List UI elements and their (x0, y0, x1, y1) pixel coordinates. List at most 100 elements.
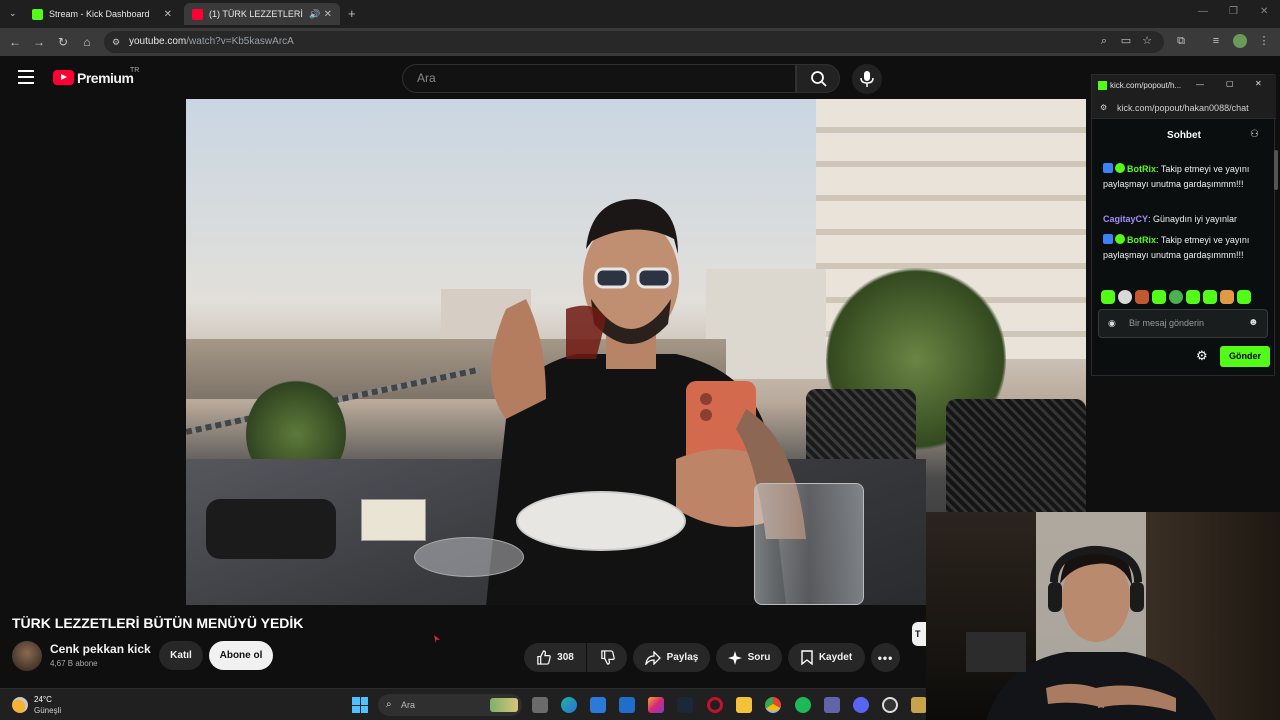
extensions-icon[interactable]: ⧉ (1174, 34, 1188, 48)
close-window-icon[interactable]: ✕ (1255, 79, 1262, 88)
mail-icon[interactable] (619, 697, 635, 713)
bot-badge-icon (1103, 234, 1113, 244)
search-icon (811, 71, 827, 87)
thumbs-up-icon (537, 650, 551, 665)
join-button[interactable]: Katıl (159, 641, 203, 670)
ask-button[interactable]: Soru (716, 643, 782, 672)
task-view-icon[interactable] (532, 697, 548, 713)
chat-username[interactable]: CagitayCY (1103, 214, 1148, 224)
more-actions-button[interactable]: ••• (871, 643, 900, 672)
browser-menu-icon[interactable]: ⋮ (1257, 34, 1271, 48)
audio-playing-icon[interactable]: 🔊 (309, 9, 320, 20)
tab-search-dropdown-icon[interactable]: ⌄ (9, 8, 17, 19)
taskbar-search-input[interactable]: ⌕ Ara (378, 694, 522, 716)
instagram-icon[interactable] (648, 697, 664, 713)
channel-avatar[interactable] (12, 641, 42, 671)
edge-icon[interactable] (561, 697, 577, 713)
video-ash-bowl (414, 537, 524, 577)
chat-users-icon[interactable]: ⚇ (1250, 129, 1259, 140)
verified-badge-icon (1115, 234, 1125, 244)
emote-quick-bar (1101, 290, 1251, 304)
bookmark-star-icon[interactable]: ☆ (1140, 34, 1154, 48)
new-tab-button[interactable]: + (348, 6, 356, 21)
home-icon[interactable]: ⌂ (79, 34, 95, 50)
emote-icon[interactable] (1135, 290, 1149, 304)
forward-arrow-icon[interactable]: → (31, 34, 47, 50)
zoom-icon[interactable]: ⌕ (1097, 34, 1111, 48)
tab-kick-dashboard[interactable]: Stream - Kick Dashboard ✕ (24, 3, 180, 25)
close-window-icon[interactable]: ✕ (1260, 6, 1268, 17)
store-icon[interactable] (590, 697, 606, 713)
emote-icon[interactable] (1203, 290, 1217, 304)
weather-sun-icon[interactable] (12, 697, 28, 713)
browser-tab-bar: ⌄ Stream - Kick Dashboard ✕ (1) TÜRK LEZ… (0, 0, 1280, 28)
emoji-picker-icon[interactable]: ☻ (1248, 317, 1259, 328)
chrome-icon[interactable] (765, 697, 781, 713)
dislike-button[interactable] (587, 643, 627, 672)
obs-icon[interactable] (882, 697, 898, 713)
opera-icon[interactable] (707, 697, 723, 713)
like-count: 308 (557, 652, 574, 663)
subscribe-button[interactable]: Abone ol (209, 641, 273, 670)
popout-address-bar[interactable]: ⚙ kick.com/popout/hakan0088/chat (1092, 97, 1276, 119)
minimize-window-icon[interactable]: — (1198, 6, 1208, 17)
search-input[interactable]: Ara (402, 64, 796, 93)
video-ashtray (206, 499, 336, 559)
youtube-brand[interactable]: Premium (77, 70, 134, 86)
site-info-icon[interactable]: ⚙ (112, 31, 120, 53)
windows-start-icon[interactable] (352, 697, 368, 713)
steam-icon[interactable] (677, 697, 693, 713)
file-explorer-icon[interactable] (736, 697, 752, 713)
restore-window-icon[interactable]: ❐ (1229, 6, 1238, 17)
reading-list-icon[interactable]: ≡ (1209, 34, 1223, 48)
shield-icon[interactable]: ◉ (1108, 318, 1116, 329)
discord-icon[interactable] (853, 697, 869, 713)
more-dots-icon: ••• (877, 650, 894, 665)
maximize-window-icon[interactable]: ▢ (1226, 79, 1234, 88)
voice-search-button[interactable] (852, 64, 882, 94)
chat-settings-gear-icon[interactable]: ⚙ (1196, 348, 1208, 364)
close-tab-icon[interactable]: ✕ (324, 9, 332, 20)
menu-icon[interactable] (18, 70, 34, 84)
page-scrollbar-thumb[interactable] (1274, 150, 1278, 190)
emote-icon[interactable] (1220, 290, 1234, 304)
chat-title: Sohbet (1167, 130, 1201, 141)
spotify-icon[interactable] (795, 697, 811, 713)
chat-username[interactable]: BotRix (1127, 235, 1156, 245)
youtube-logo-icon[interactable] (53, 70, 74, 85)
channel-name[interactable]: Cenk pekkan kick (50, 642, 151, 656)
save-button[interactable]: Kaydet (788, 643, 865, 672)
tab-youtube-video[interactable]: (1) TÜRK LEZZETLERİ BÜTÜ 🔊 ✕ (184, 3, 340, 25)
reload-icon[interactable]: ↻ (55, 34, 71, 50)
cast-icon[interactable]: ▭ (1119, 34, 1133, 48)
thumbs-down-icon (600, 650, 615, 665)
weather-description[interactable]: Güneşli (34, 706, 61, 715)
webcam-overlay (926, 512, 1280, 720)
profile-avatar-icon[interactable] (1233, 34, 1247, 48)
youtube-header: Premium TR Ara (0, 56, 1090, 100)
like-button[interactable]: 308 (524, 643, 586, 672)
minimize-window-icon[interactable]: — (1196, 80, 1204, 89)
close-tab-icon[interactable]: ✕ (164, 9, 172, 20)
emote-icon[interactable] (1237, 290, 1251, 304)
url-domain: youtube.com (129, 36, 187, 47)
address-bar[interactable]: ⚙ youtube.com/watch?v=Kb5kaswArcA (104, 31, 1164, 53)
back-arrow-icon[interactable]: ← (7, 34, 23, 50)
chat-message-input[interactable]: Bir mesaj gönderin (1098, 309, 1268, 338)
chat-username[interactable]: BotRix (1127, 164, 1156, 174)
kick-favicon-icon (32, 8, 43, 20)
windows-taskbar: 24°C Güneşli ⌕ Ara (0, 688, 930, 720)
teams-icon[interactable] (824, 697, 840, 713)
share-button[interactable]: Paylaş (633, 643, 710, 672)
notes-app-icon[interactable] (911, 697, 927, 713)
chat-message: BotRix: Takip etmeyi ve yayını paylaşmay… (1103, 233, 1263, 262)
side-chip[interactable]: T (912, 622, 926, 646)
emote-icon[interactable] (1186, 290, 1200, 304)
emote-icon[interactable] (1101, 290, 1115, 304)
send-message-button[interactable]: Gönder (1220, 346, 1270, 367)
emote-icon[interactable] (1169, 290, 1183, 304)
search-button[interactable] (796, 64, 840, 93)
emote-icon[interactable] (1118, 290, 1132, 304)
weather-temperature[interactable]: 24°C (34, 695, 52, 704)
emote-icon[interactable] (1152, 290, 1166, 304)
